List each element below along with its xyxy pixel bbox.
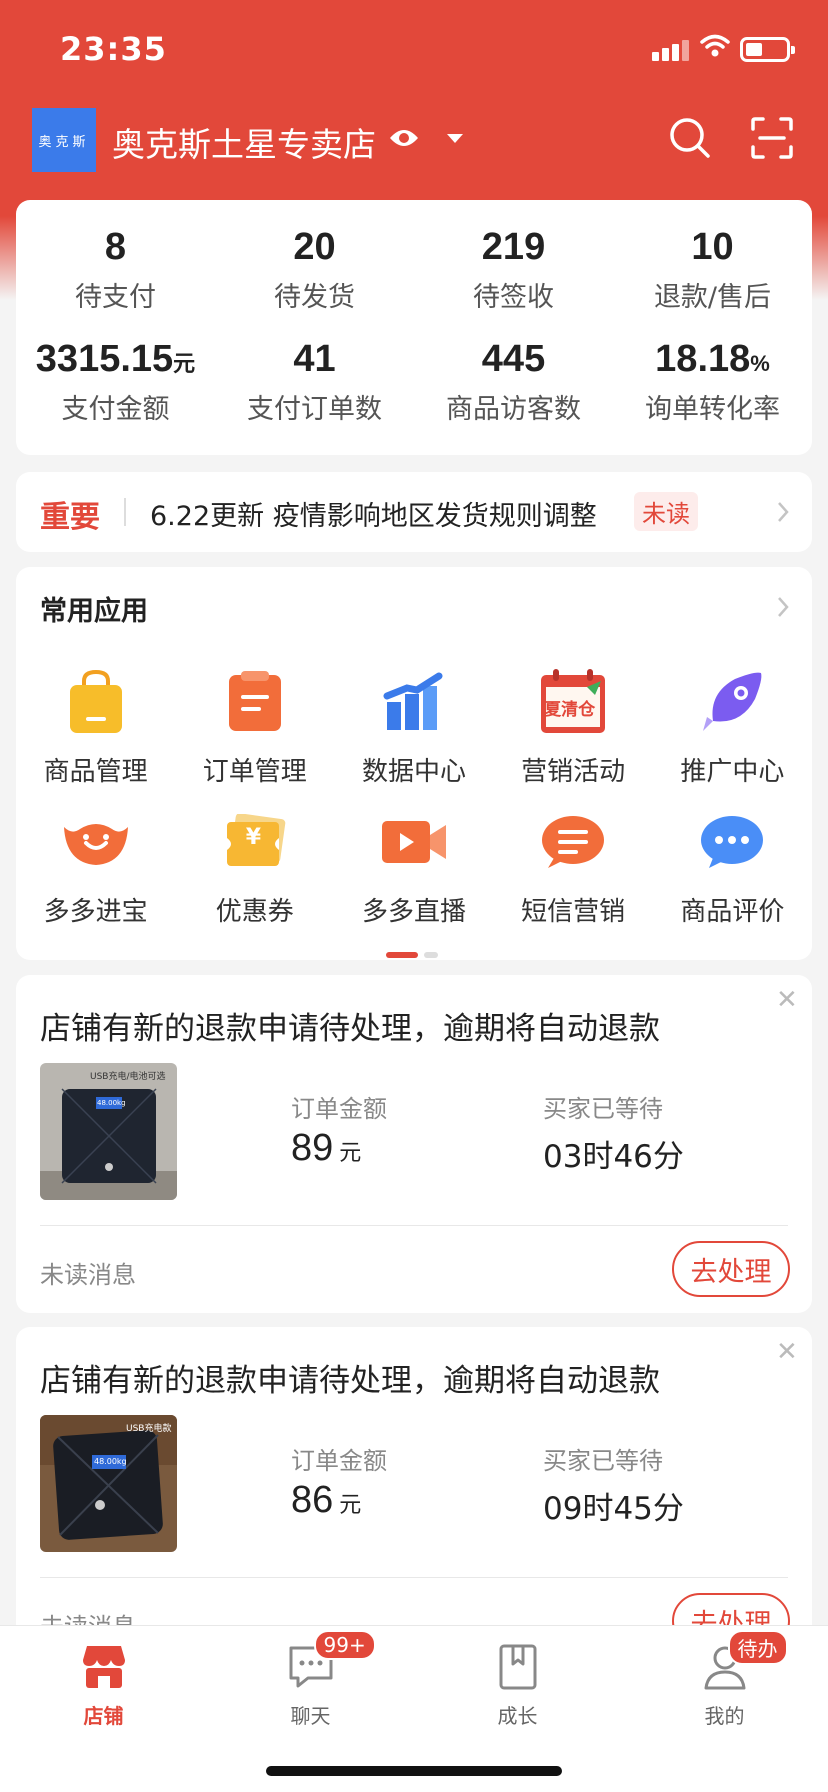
tab-store[interactable]: 店铺 [0,1626,207,1729]
calendar-sale-text: 夏清仓 [544,700,596,720]
divider [124,498,126,526]
book-icon [493,1642,543,1692]
eye-icon[interactable] [388,126,420,150]
refund-alert-title: 店铺有新的退款申请待处理，逾期将自动退款 [40,1363,660,1399]
product-thumbnail[interactable]: USB充电/电池可选 48.00kg [40,1063,177,1200]
app-product-management[interactable]: 商品管理 [16,667,175,787]
section-title: 常用应用 [40,596,148,627]
stat-pending-payment[interactable]: 8 待支付 [16,226,215,314]
order-amount: 89 元 [291,1127,362,1169]
chat-bubble-icon [697,807,767,877]
search-icon[interactable] [668,116,712,160]
shop-name[interactable]: 奥克斯土星专卖店 [112,118,376,166]
stat-visitors[interactable]: 445 商品访客数 [414,338,613,426]
buyer-wait-time: 03时46分 [543,1139,684,1175]
chat-count-badge: 99+ [313,1630,376,1660]
announcement-bar[interactable]: 重要 6.22更新 疫情影响地区发货规则调整 未读 [16,472,812,552]
tab-mine[interactable]: 待办 我的 [621,1626,828,1729]
refund-alert-title: 店铺有新的退款申请待处理，逾期将自动退款 [40,1011,660,1047]
unread-badge: 未读 [634,492,698,531]
app-data-center[interactable]: 数据中心 [334,667,493,787]
cellular-signal-icon [652,40,692,61]
chevron-right-icon[interactable] [776,595,790,619]
chevron-down-icon[interactable] [447,134,463,143]
stat-refund-aftersale[interactable]: 10 退款/售后 [613,226,812,314]
chevron-right-icon [778,502,789,522]
app-live-streaming[interactable]: 多多直播 [334,807,493,927]
scale-display-readout: 48.00kg [94,1457,127,1466]
stat-pending-shipment[interactable]: 20 待发货 [215,226,414,314]
stat-payment-orders[interactable]: 41 支付订单数 [215,338,414,426]
status-time: 23:35 [60,30,167,68]
page-indicator [386,943,444,962]
app-marketing-activity[interactable]: 夏清仓 营销活动 [494,667,653,787]
stat-pending-receipt[interactable]: 219 待签收 [414,226,613,314]
common-apps-card: 常用应用 商品管理 订单管理 数据中心 夏清仓 营销活动 推广中心 多多进宝 ¥… [16,567,812,960]
thumbnail-caption: USB充电/电池可选 [90,1072,166,1082]
close-icon[interactable]: ✕ [776,985,798,1015]
shopping-bag-icon [61,667,131,737]
order-amount-label: 订单金额 [291,1095,387,1123]
app-order-management[interactable]: 订单管理 [175,667,334,787]
divider [40,1225,788,1226]
stat-payment-amount[interactable]: 3315.15元 支付金额 [16,338,215,426]
order-amount: 86 元 [291,1479,362,1521]
status-bar: 23:35 [0,0,828,100]
calendar-sale-icon: 夏清仓 [538,667,608,737]
treasure-icon [61,807,131,877]
unread-message-label: 未读消息 [40,1261,136,1289]
order-stats-card: 8 待支付 20 待发货 219 待签收 10 退款/售后 3315.15元 支… [16,200,812,455]
refund-alert-card: 店铺有新的退款申请待处理，逾期将自动退款 ✕ USB充电/电池可选 48.00k… [16,975,812,1313]
coupon-symbol: ¥ [245,825,262,850]
tab-growth[interactable]: 成长 [414,1626,621,1729]
divider [40,1577,788,1578]
refund-alert-card: 店铺有新的退款申请待处理，逾期将自动退款 ✕ USB充电款 48.00kg 订单… [16,1327,812,1665]
wifi-icon [700,34,730,57]
app-sms-marketing[interactable]: 短信营销 [494,807,653,927]
bar-chart-icon [379,667,449,737]
announcement-text: 6.22更新 疫情影响地区发货规则调整 [150,501,597,532]
app-promotion-center[interactable]: 推广中心 [653,667,812,787]
chat-icon: 99+ [286,1630,376,1692]
scale-display-readout: 48.00kg [97,1099,126,1107]
thumbnail-caption: USB充电款 [126,1424,172,1434]
profile-icon: 待办 [700,1630,788,1692]
buyer-wait-label: 买家已等待 [543,1095,663,1123]
order-icon [220,667,290,737]
todo-badge: 待办 [727,1630,788,1665]
sms-icon [538,807,608,877]
coupon-icon: ¥ [220,807,290,877]
scan-icon[interactable] [750,116,794,160]
app-coupon[interactable]: ¥ 优惠券 [175,807,334,927]
stat-conversion-rate[interactable]: 18.18% 询单转化率 [613,338,812,426]
buyer-wait-label: 买家已等待 [543,1447,663,1475]
app-duoduo-jinbao[interactable]: 多多进宝 [16,807,175,927]
battery-icon [740,37,795,62]
shop-logo[interactable]: 奥克斯 [32,108,96,172]
app-product-reviews[interactable]: 商品评价 [653,807,812,927]
buyer-wait-time: 09时45分 [543,1491,684,1527]
rocket-icon [697,667,767,737]
important-tag: 重要 [40,500,100,535]
home-indicator [266,1766,562,1776]
video-icon [379,807,449,877]
order-amount-label: 订单金额 [291,1447,387,1475]
product-thumbnail[interactable]: USB充电款 48.00kg [40,1415,177,1552]
tab-chat[interactable]: 99+ 聊天 [207,1626,414,1729]
close-icon[interactable]: ✕ [776,1337,798,1367]
process-button[interactable]: 去处理 [672,1241,790,1297]
shop-header: 奥克斯 奥克斯土星专卖店 [0,100,828,200]
store-icon [79,1642,129,1692]
